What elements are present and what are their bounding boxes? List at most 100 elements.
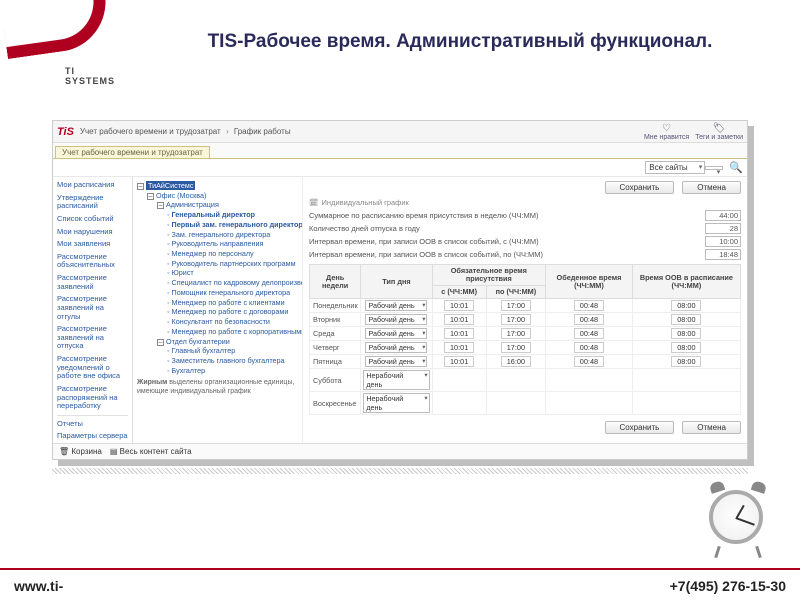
cell-day: Пятница xyxy=(310,355,361,369)
main-panel: Сохранить Отмена 🗓Индивидуальный график … xyxy=(303,177,747,443)
nav-item[interactable]: Рассмотрение заявлений xyxy=(57,274,128,291)
nav-item[interactable]: Мои заявления xyxy=(57,240,128,249)
cell-lunch[interactable] xyxy=(546,392,633,415)
tree-admin[interactable]: –Администрация xyxy=(137,200,300,210)
tree-node[interactable]: ◦ Главный бухгалтер xyxy=(137,346,300,356)
cell-to[interactable]: 16:00 xyxy=(486,355,545,369)
filter-row: Все сайты 🔍 xyxy=(53,159,747,177)
like-button[interactable]: ♡ Мне нравится xyxy=(644,123,689,141)
cell-type[interactable]: Рабочий день xyxy=(361,341,432,355)
breadcrumb-leaf: График работы xyxy=(234,127,291,136)
kv-value[interactable]: 44:00 xyxy=(705,210,741,221)
breadcrumb-root[interactable]: Учет рабочего времени и трудозатрат xyxy=(80,127,221,136)
cell-day: Воскресенье xyxy=(310,392,361,415)
tree-node[interactable]: ◦ Менеджер по работе с договорами xyxy=(137,307,300,317)
recycle-bin[interactable]: 🗑 Корзина xyxy=(59,447,102,456)
cell-type[interactable]: Рабочий день xyxy=(361,355,432,369)
cell-type[interactable]: Рабочий день xyxy=(361,327,432,341)
nav-item[interactable]: Рассмотрение распоряжений на переработку xyxy=(57,385,128,411)
cell-lunch[interactable]: 00:48 xyxy=(546,355,633,369)
cell-oov[interactable] xyxy=(632,369,740,392)
cell-lunch[interactable] xyxy=(546,369,633,392)
kv-value[interactable]: 18:48 xyxy=(705,249,741,260)
tree-node[interactable]: ◦ Менеджер по работе с клиентами xyxy=(137,298,300,308)
breadcrumb-sep: › xyxy=(226,127,229,136)
cell-lunch[interactable]: 00:48 xyxy=(546,341,633,355)
cell-oov[interactable] xyxy=(632,392,740,415)
save-button-bottom[interactable]: Сохранить xyxy=(605,421,675,434)
tree-node[interactable]: ◦ Заместитель главного бухгалтера xyxy=(137,356,300,366)
cell-to[interactable]: 17:00 xyxy=(486,313,545,327)
bin-icon: 🗑 xyxy=(59,447,69,456)
tree-node[interactable]: ◦ Консультант по безопасности xyxy=(137,317,300,327)
cell-to[interactable]: 17:00 xyxy=(486,327,545,341)
secondary-filter-dropdown[interactable] xyxy=(705,166,723,170)
tags-notes-button[interactable]: 🏷 Теги и заметки xyxy=(695,123,743,141)
nav-item[interactable]: Список событий xyxy=(57,215,128,224)
all-site-content[interactable]: ▤ Весь контент сайта xyxy=(110,447,192,456)
cell-to[interactable] xyxy=(486,392,545,415)
cell-from[interactable]: 10:01 xyxy=(432,341,486,355)
tree-node[interactable]: ◦ Руководитель направления xyxy=(137,239,300,249)
cell-from[interactable]: 10:01 xyxy=(432,299,486,313)
tree-node[interactable]: ◦ Помощник генерального директора xyxy=(137,288,300,298)
nav-item[interactable]: Отчеты xyxy=(57,420,128,429)
tree-accounting[interactable]: –Отдел бухгалтерии xyxy=(137,337,300,347)
nav-item[interactable]: Рассмотрение заявлений на отпуска xyxy=(57,325,128,351)
cell-oov[interactable]: 08:00 xyxy=(632,299,740,313)
tree-node[interactable]: ◦ Юрист xyxy=(137,268,300,278)
cell-type[interactable]: Рабочий день xyxy=(361,313,432,327)
cell-oov[interactable]: 08:00 xyxy=(632,355,740,369)
cell-from[interactable] xyxy=(432,369,486,392)
ribbon-tab-active[interactable]: Учет рабочего времени и трудозатрат xyxy=(55,146,210,158)
cancel-button-bottom[interactable]: Отмена xyxy=(682,421,741,434)
cell-to[interactable]: 17:00 xyxy=(486,299,545,313)
cell-to[interactable] xyxy=(486,369,545,392)
kv-value[interactable]: 10:00 xyxy=(705,236,741,247)
cell-type[interactable]: Нерабочий день xyxy=(361,369,432,392)
cell-from[interactable] xyxy=(432,392,486,415)
nav-item[interactable]: Утверждение расписаний xyxy=(57,194,128,211)
tree-node[interactable]: ◦ Менеджер по персоналу xyxy=(137,249,300,259)
cell-from[interactable]: 10:01 xyxy=(432,355,486,369)
site-filter-dropdown[interactable]: Все сайты xyxy=(645,161,705,174)
nav-item[interactable]: Параметры сервера xyxy=(57,432,128,441)
tree-node[interactable]: ◦ Зам. генерального директора xyxy=(137,230,300,240)
th-day: День недели xyxy=(310,265,361,299)
cell-oov[interactable]: 08:00 xyxy=(632,313,740,327)
nav-item[interactable]: Мои нарушения xyxy=(57,228,128,237)
kv-row: Суммарное по расписанию время присутстви… xyxy=(309,210,741,221)
slide-header: TI SYSTEMS TIS-Рабочее время. Администра… xyxy=(0,0,800,100)
cell-lunch[interactable]: 00:48 xyxy=(546,327,633,341)
tree-node[interactable]: ◦ Бухгалтер xyxy=(137,366,300,376)
nav-item[interactable]: Рассмотрение уведомлений о работе вне оф… xyxy=(57,355,128,381)
tree-node[interactable]: ◦ Руководитель партнерских программ xyxy=(137,259,300,269)
tree-root[interactable]: –ТиАйСистемс xyxy=(137,181,300,191)
cell-from[interactable]: 10:01 xyxy=(432,327,486,341)
table-row: ВторникРабочий день10:0117:0000:4808:00 xyxy=(310,313,741,327)
kv-row: Интервал времени, при записи ООВ в списо… xyxy=(309,236,741,247)
tree-node[interactable]: ◦ Менеджер по работе с корпоративными кл… xyxy=(137,327,300,337)
save-button[interactable]: Сохранить xyxy=(605,181,675,194)
cell-from[interactable]: 10:01 xyxy=(432,313,486,327)
tree-node[interactable]: ◦ Первый зам. генерального директора xyxy=(137,220,300,230)
nav-item[interactable]: Мои расписания xyxy=(57,181,128,190)
cancel-button[interactable]: Отмена xyxy=(682,181,741,194)
nav-item[interactable]: Рассмотрение объяснительных xyxy=(57,253,128,270)
cell-type[interactable]: Нерабочий день xyxy=(361,392,432,415)
tree-node[interactable]: ◦ Генеральный директор xyxy=(137,210,300,220)
nav-item[interactable]: Рассмотрение заявлений на отгулы xyxy=(57,295,128,321)
tree-node[interactable]: ◦ Специалист по кадровому делопроизводст… xyxy=(137,278,300,288)
cell-oov[interactable]: 08:00 xyxy=(632,327,740,341)
app-body: Мои расписания Утверждение расписаний Сп… xyxy=(53,177,747,443)
kv-value[interactable]: 28 xyxy=(705,223,741,234)
cell-lunch[interactable]: 00:48 xyxy=(546,313,633,327)
search-icon[interactable]: 🔍 xyxy=(729,161,743,174)
tree-office[interactable]: –Офис (Москва) xyxy=(137,191,300,201)
cell-to[interactable]: 17:00 xyxy=(486,341,545,355)
heart-icon: ♡ xyxy=(662,123,671,134)
cell-lunch[interactable]: 00:48 xyxy=(546,299,633,313)
cell-oov[interactable]: 08:00 xyxy=(632,341,740,355)
cell-day: Четверг xyxy=(310,341,361,355)
cell-type[interactable]: Рабочий день xyxy=(361,299,432,313)
